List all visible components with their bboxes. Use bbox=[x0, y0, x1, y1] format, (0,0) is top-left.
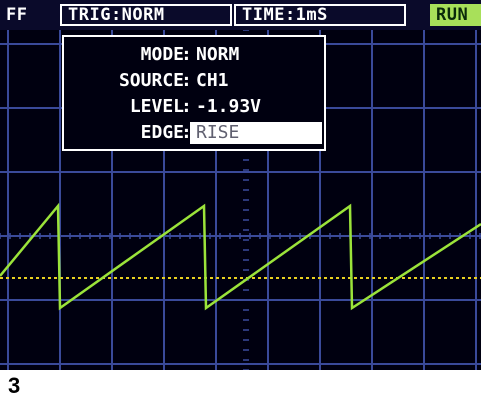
menu-row-level[interactable]: LEVEL : -1.93V bbox=[64, 95, 324, 119]
menu-value-mode: NORM bbox=[196, 44, 240, 65]
menu-value-edge-selected[interactable]: RISE bbox=[190, 122, 322, 144]
menu-colon: : bbox=[181, 70, 192, 91]
menu-colon: : bbox=[181, 96, 192, 117]
menu-colon: : bbox=[181, 44, 192, 65]
menu-row-edge[interactable]: EDGE : RISE bbox=[64, 121, 324, 145]
menu-row-mode[interactable]: MODE : NORM bbox=[64, 43, 324, 67]
menu-label-source: SOURCE bbox=[118, 70, 184, 91]
menu-label-edge: EDGE bbox=[140, 122, 184, 143]
trigger-settings-menu: MODE : NORM SOURCE : CH1 LEVEL : -1.93V … bbox=[62, 35, 326, 151]
ch1-waveform-trace bbox=[0, 202, 481, 311]
menu-label-level: LEVEL bbox=[129, 96, 184, 117]
menu-row-source[interactable]: SOURCE : CH1 bbox=[64, 69, 324, 93]
status-bar: FF TRIG:NORM TIME:1mS RUN bbox=[0, 0, 481, 30]
status-left-indicator: FF bbox=[6, 5, 28, 25]
trigger-mode-button[interactable]: TRIG:NORM bbox=[60, 4, 232, 26]
menu-label-mode: MODE bbox=[140, 44, 184, 65]
figure-label: 3 bbox=[8, 373, 21, 398]
timebase-button[interactable]: TIME:1mS bbox=[234, 4, 406, 26]
oscilloscope-screen: FF TRIG:NORM TIME:1mS RUN MODE : NORM SO… bbox=[0, 0, 481, 370]
run-status-badge[interactable]: RUN bbox=[430, 4, 481, 26]
menu-value-source: CH1 bbox=[196, 70, 229, 91]
menu-value-level: -1.93V bbox=[196, 96, 262, 117]
